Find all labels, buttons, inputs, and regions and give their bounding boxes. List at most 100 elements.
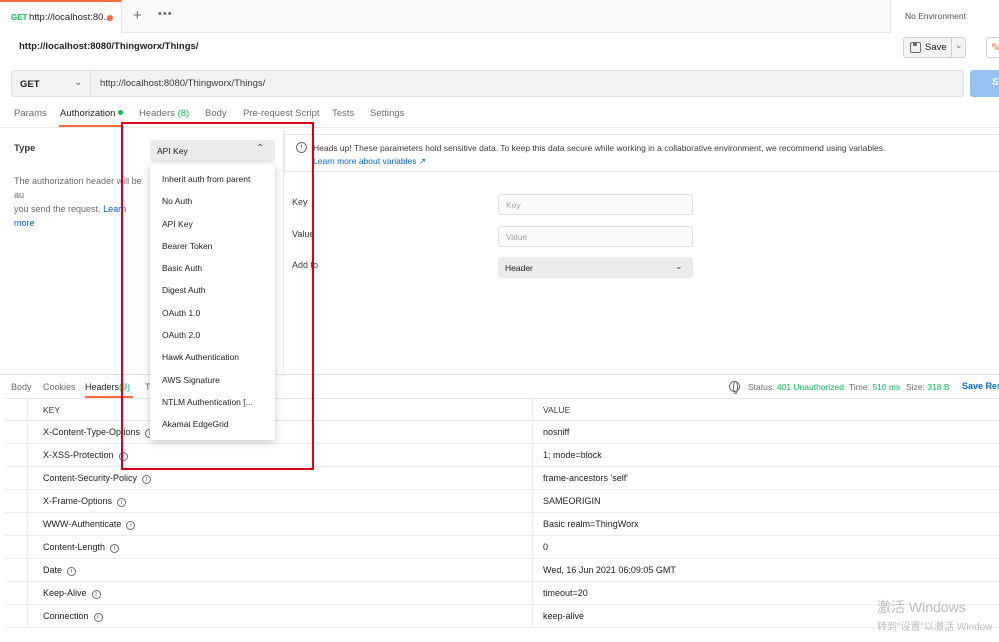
- header-key-text: Content-Security-Policy: [43, 473, 138, 483]
- globe-icon[interactable]: [729, 381, 740, 394]
- info-icon[interactable]: i: [142, 475, 152, 484]
- active-dot-icon: [118, 110, 124, 115]
- header-value: 1; mode=block: [543, 450, 602, 460]
- time-value: 510 ms: [872, 382, 901, 392]
- header-key-text: Date: [43, 565, 63, 575]
- add-to-value: Header: [505, 263, 533, 273]
- size-label: Size:: [906, 382, 925, 392]
- url-input[interactable]: http://localhost:8080/Thingworx/Things/: [91, 70, 964, 97]
- save-response-button[interactable]: Save Res: [962, 381, 999, 391]
- auth-type-label: Type: [14, 143, 36, 154]
- more-tabs-icon[interactable]: •••: [158, 8, 173, 20]
- column-key: KEY: [43, 405, 61, 415]
- unsaved-dot-icon: [107, 15, 113, 21]
- highlight-box: [121, 122, 314, 470]
- header-value: frame-ancestors 'self': [543, 473, 628, 483]
- send-button[interactable]: S: [970, 70, 999, 97]
- response-tab-headers-label: Headers: [85, 382, 120, 392]
- header-value: nosniff: [543, 427, 570, 437]
- save-label: Save: [925, 42, 947, 53]
- header-key: WWW-Authenticate i: [43, 519, 136, 530]
- edit-button[interactable]: ✎: [986, 37, 999, 58]
- header-key: X-Frame-Options i: [43, 496, 127, 507]
- tab-prerequest-script[interactable]: Pre-request Script: [243, 108, 320, 119]
- pencil-icon: ✎: [991, 42, 999, 54]
- table-row: Content-Security-Policy i frame-ancestors …: [5, 467, 999, 490]
- tab-body[interactable]: Body: [205, 108, 227, 119]
- tab-bar: GET http://localhost:80... + ••• No Envi…: [0, 0, 999, 33]
- send-label: S: [992, 77, 999, 88]
- header-key-text: Content-Length: [43, 542, 106, 552]
- header-value: Wed, 16 Jun 2021 06:09:05 GMT: [543, 565, 676, 575]
- size-value: 318 B: [927, 382, 950, 392]
- method-select[interactable]: GET ⌄: [11, 70, 91, 97]
- size-info[interactable]: Size: 318 B: [906, 382, 950, 392]
- tab-tests[interactable]: Tests: [332, 108, 354, 119]
- header-key-text: X-Frame-Options: [43, 496, 113, 506]
- save-divider: [951, 38, 952, 57]
- tab-authorization[interactable]: Authorization: [60, 108, 124, 119]
- value-placeholder: Value: [506, 232, 528, 242]
- learn-more-variables-link[interactable]: Learn more about variables ↗: [313, 156, 426, 167]
- sensitive-data-info-bar: ! Heads up! These parameters hold sensit…: [284, 134, 999, 172]
- column-divider: [532, 398, 533, 628]
- tab-title: http://localhost:80...: [29, 12, 112, 23]
- table-row: X-Frame-Options i SAMEORIGIN: [5, 490, 999, 513]
- response-tab-body[interactable]: Body: [11, 382, 32, 392]
- request-tab[interactable]: GET http://localhost:80...: [0, 0, 122, 33]
- header-key-text: WWW-Authenticate: [43, 519, 122, 529]
- request-title[interactable]: http://localhost:8080/Thingworx/Things/: [19, 41, 198, 52]
- tab-headers[interactable]: Headers (8): [139, 108, 189, 119]
- method-value: GET: [20, 79, 40, 90]
- activation-watermark: 激活 Windows 转到"设置"以激活 Window: [877, 597, 992, 633]
- header-key-text: Connection: [43, 611, 89, 621]
- status-value: 401 Unauthorized: [776, 382, 844, 392]
- info-icon[interactable]: i: [91, 590, 101, 599]
- save-icon: [910, 42, 921, 53]
- header-key-text: X-XSS-Protection: [43, 450, 114, 460]
- table-row: Connection i keep-alive: [5, 605, 999, 628]
- header-value: timeout=20: [543, 588, 588, 598]
- info-text: Heads up! These parameters hold sensitiv…: [313, 143, 886, 153]
- header-key: Date i: [43, 565, 77, 576]
- header-key: Content-Security-Policy i: [43, 473, 152, 484]
- environment-selector[interactable]: No Environment: [890, 0, 999, 33]
- add-to-select[interactable]: Header ⌄: [498, 257, 693, 278]
- tab-params[interactable]: Params: [14, 108, 47, 119]
- header-key: X-XSS-Protection i: [43, 450, 128, 461]
- table-row: Keep-Alive i timeout=20: [5, 582, 999, 605]
- save-button[interactable]: Save ⌄: [903, 37, 966, 58]
- chevron-down-icon: ⌄: [675, 261, 683, 271]
- info-icon[interactable]: i: [93, 613, 103, 622]
- info-icon[interactable]: i: [67, 567, 77, 576]
- info-icon[interactable]: i: [110, 544, 120, 553]
- tab-authorization-label: Authorization: [60, 108, 116, 119]
- table-row: Date i Wed, 16 Jun 2021 06:09:05 GMT: [5, 559, 999, 582]
- header-value: Basic realm=ThingWorx: [543, 519, 639, 529]
- value-input[interactable]: Value: [498, 226, 693, 247]
- status-label: Status:: [748, 382, 775, 392]
- header-value: 0: [543, 542, 549, 552]
- tab-headers-count: (8): [177, 108, 190, 119]
- header-value: keep-alive: [543, 611, 585, 621]
- info-icon[interactable]: i: [117, 498, 127, 507]
- environment-label: No Environment: [905, 11, 966, 21]
- watermark-line1: 激活 Windows: [877, 599, 966, 615]
- new-tab-plus-icon[interactable]: +: [133, 7, 142, 24]
- status-info[interactable]: Status: 401 Unauthorized: [748, 382, 844, 392]
- tab-settings[interactable]: Settings: [370, 108, 404, 119]
- chevron-down-icon: ⌄: [74, 77, 83, 88]
- chevron-down-icon[interactable]: ⌄: [955, 40, 963, 51]
- watermark-line2: 转到"设置"以激活 Window: [877, 622, 993, 633]
- time-info[interactable]: Time: 510 ms: [849, 382, 900, 392]
- url-value: http://localhost:8080/Thingworx/Things/: [100, 78, 266, 89]
- checkbox-column-divider: [27, 398, 28, 628]
- column-value: VALUE: [543, 405, 571, 415]
- auth-description-line2: you send the request.: [14, 204, 104, 214]
- tab-method: GET: [11, 13, 28, 22]
- response-tab-cookies[interactable]: Cookies: [43, 382, 76, 392]
- key-input[interactable]: Key: [498, 194, 693, 215]
- header-key-text: Keep-Alive: [43, 588, 87, 598]
- header-value: SAMEORIGIN: [543, 496, 601, 506]
- info-icon[interactable]: i: [126, 521, 136, 530]
